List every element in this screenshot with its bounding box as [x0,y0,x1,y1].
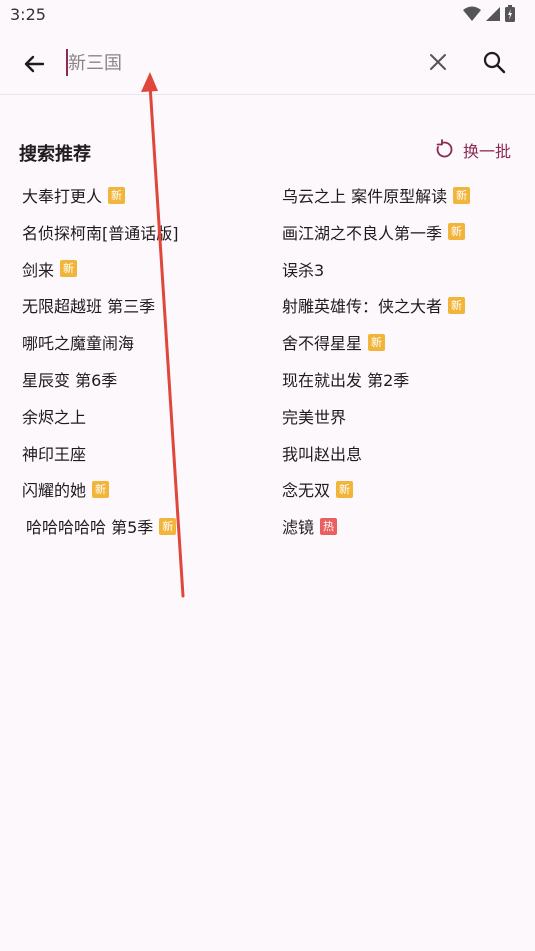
new-badge: 新 [336,480,354,498]
search-icon [483,51,506,74]
recommendation-item[interactable]: 念无双新 [282,471,354,507]
recommendation-item[interactable]: 剑来新 [22,251,78,287]
new-badge: 新 [448,223,466,241]
clear-icon [430,54,446,70]
recommendation-title: 余烬之上 [22,407,87,427]
recommendation-title: 哈哈哈哈哈 第5季 [26,518,154,538]
recommendation-item[interactable]: 滤镜热 [282,508,338,544]
recommendation-item[interactable]: 画江湖之不良人第一季新 [282,214,466,250]
refresh-label: 换一批 [462,142,511,161]
refresh-icon [436,139,453,158]
battery-icon [505,5,515,22]
recommendation-title: 念无双 [282,481,331,501]
recommendation-item[interactable]: 名侦探柯南[普通话版] [22,214,179,250]
recommendation-title: 无限超越班 第三季 [22,297,156,317]
recommendation-title: 完美世界 [282,407,347,427]
search-input[interactable] [66,48,408,78]
recommendation-title: 星辰变 第6季 [22,371,118,390]
search-bar [0,32,535,95]
recommendation-title: 现在就出发 第2季 [282,371,410,390]
recommendation-item[interactable]: 完美世界 [282,398,346,434]
recommendation-item[interactable]: 误杀3 [282,251,324,287]
refresh-button[interactable]: 换一批 [433,138,511,162]
text-cursor [66,49,68,76]
new-badge: 新 [368,333,386,351]
recommendation-title: 舍不得星星 [282,334,363,354]
recommendation-item[interactable]: 我叫赵出息 [282,435,362,471]
clear-button[interactable] [423,47,453,77]
wifi-icon [463,6,481,21]
new-badge: 新 [60,260,78,278]
new-badge: 新 [448,296,466,314]
recommendation-item[interactable]: 射雕英雄传：侠之大者新 [282,287,466,323]
recommendation-title: 画江湖之不良人第一季 [282,223,443,243]
recommendation-item[interactable]: 星辰变 第6季 [22,361,117,397]
new-badge: 新 [453,186,471,204]
status-time: 3:25 [10,5,46,24]
status-icons [463,5,515,22]
recommendation-title: 神印王座 [22,444,87,464]
recommendation-item[interactable]: 现在就出发 第2季 [282,361,409,397]
recommendation-item[interactable]: 无限超越班 第三季 [22,287,155,323]
recommendation-item[interactable]: 余烬之上 [22,398,86,434]
recommendation-item[interactable]: 大奉打更人新 [22,177,126,213]
recommendation-item[interactable]: 哈哈哈哈哈 第5季新 [26,508,177,544]
recommendation-title: 误杀3 [282,260,325,280]
recommendation-title: 滤镜 [282,518,315,538]
recommendation-title: 名侦探柯南[普通话版] [22,223,179,243]
status-bar: 3:25 [0,0,535,30]
new-badge: 新 [108,186,126,204]
recommendation-item[interactable]: 哪吒之魔童闹海 [22,324,134,360]
recommendation-item[interactable]: 乌云之上 案件原型解读新 [282,177,471,213]
recommendation-title: 射雕英雄传：侠之大者 [282,297,443,317]
recommendation-title: 乌云之上 案件原型解读 [282,187,448,206]
recommendation-title: 哪吒之魔童闹海 [22,334,135,354]
new-badge: 新 [159,517,177,535]
recommendation-title: 大奉打更人 [22,187,103,206]
recommendation-title: 我叫赵出息 [282,444,363,464]
recommendation-item[interactable]: 舍不得星星新 [282,324,386,360]
hot-badge: 热 [320,517,338,535]
recommendation-title: 闪耀的她 [22,481,87,501]
recommendation-item[interactable]: 闪耀的她新 [22,471,110,507]
recommendation-title: 剑来 [22,260,55,280]
search-button[interactable] [478,46,510,78]
signal-icon [486,6,500,21]
back-button[interactable] [18,48,50,80]
new-badge: 新 [92,480,110,498]
back-arrow-icon [24,55,45,73]
recommendation-item[interactable]: 神印王座 [22,435,86,471]
section-title: 搜索推荐 [19,144,91,165]
